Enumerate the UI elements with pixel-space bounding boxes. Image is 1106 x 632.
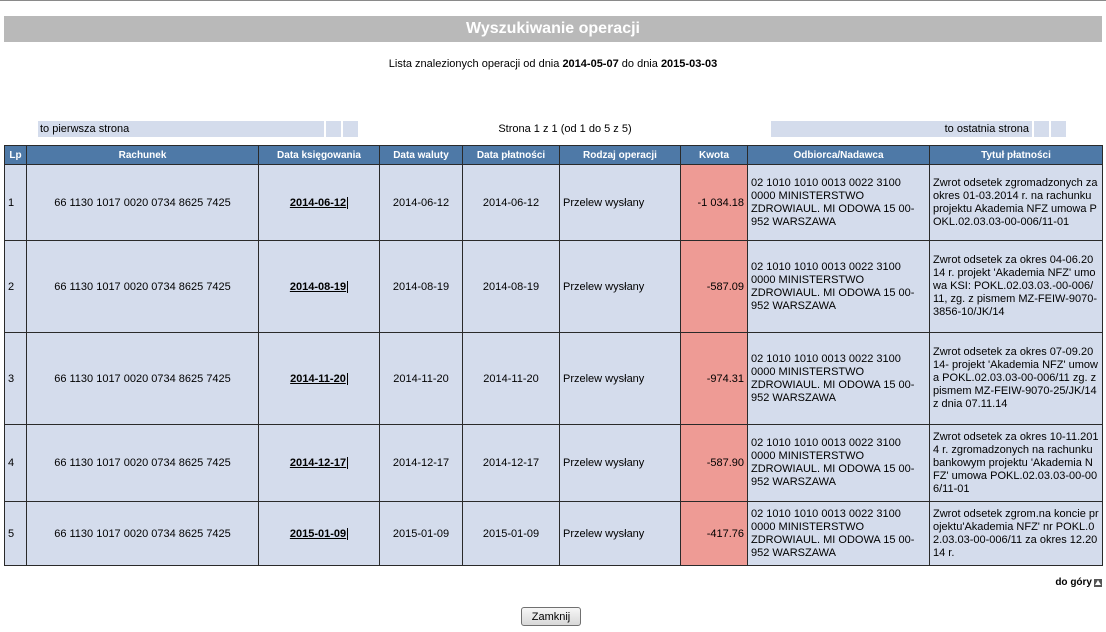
cell-data-waluty: 2014-06-12 — [379, 164, 463, 241]
header-data-waluty: Data waluty — [379, 145, 463, 165]
cell-rodzaj: Przelew wysłany — [559, 424, 681, 502]
first-page-button[interactable] — [324, 121, 342, 137]
arrow-up-icon — [1094, 578, 1102, 587]
back-to-top-label: do góry — [1055, 577, 1092, 588]
header-rodzaj-operacji: Rodzaj operacji — [559, 145, 681, 165]
cell-rachunek: 66 1130 1017 0020 0734 8625 7425 — [26, 164, 259, 241]
booking-date-link[interactable]: 2015-01-09 — [290, 527, 349, 540]
cell-kwota: -587.90 — [680, 424, 748, 502]
back-to-top-link[interactable]: do góry — [1055, 577, 1102, 588]
date-range-prefix: Lista znalezionych operacji od dnia — [388, 58, 560, 70]
cell-rachunek: 66 1130 1017 0020 0734 8625 7425 — [26, 501, 259, 566]
pager-last-page: to ostatnia strona — [771, 121, 1066, 137]
date-range-summary: Lista znalezionych operacji od dnia 2014… — [0, 58, 1106, 70]
prev-page-button[interactable] — [341, 121, 358, 137]
cell-rodzaj: Przelew wysłany — [559, 332, 681, 425]
cell-rodzaj: Przelew wysłany — [559, 240, 681, 333]
cell-lp: 1 — [4, 164, 27, 241]
cell-data-waluty: 2014-12-17 — [379, 424, 463, 502]
header-data-platnosci: Data płatności — [462, 145, 560, 165]
page-title: Wyszukiwanie operacji — [4, 16, 1102, 42]
cell-data-waluty: 2015-01-09 — [379, 501, 463, 566]
cell-data-ksiegowania: 2015-01-09 — [258, 501, 380, 566]
cell-data-waluty: 2014-08-19 — [379, 240, 463, 333]
date-from: 2014-05-07 — [562, 58, 619, 70]
next-page-button[interactable] — [1032, 121, 1049, 137]
table-row: 3 66 1130 1017 0020 0734 8625 7425 2014-… — [4, 332, 1103, 425]
cell-odbiorca: 02 1010 1010 0013 0022 3100 0000 MINISTE… — [747, 501, 930, 566]
cell-tytul: Zwrot odsetek za okres 10-11.2014 r. zgr… — [929, 424, 1103, 502]
table-row: 4 66 1130 1017 0020 0734 8625 7425 2014-… — [4, 424, 1103, 502]
cell-kwota: -1 034.18 — [680, 164, 748, 241]
pager-info: Strona 1 z 1 (od 1 do 5 z 5) — [498, 123, 632, 135]
cell-lp: 3 — [4, 332, 27, 425]
cell-data-ksiegowania: 2014-11-20 — [258, 332, 380, 425]
header-lp: Lp — [4, 145, 27, 165]
table-header-row: Lp Rachunek Data księgowania Data waluty… — [4, 145, 1103, 165]
cell-data-platnosci: 2014-12-17 — [462, 424, 560, 502]
top-border — [0, 0, 1106, 1]
cell-lp: 5 — [4, 501, 27, 566]
header-odbiorca: Odbiorca/Nadawca — [747, 145, 930, 165]
cell-rodzaj: Przelew wysłany — [559, 501, 681, 566]
cell-rachunek: 66 1130 1017 0020 0734 8625 7425 — [26, 332, 259, 425]
cell-tytul: Zwrot odsetek za okres 04-06.2014 r. pro… — [929, 240, 1103, 333]
cell-lp: 4 — [4, 424, 27, 502]
cell-kwota: -417.76 — [680, 501, 748, 566]
table-row: 2 66 1130 1017 0020 0734 8625 7425 2014-… — [4, 240, 1103, 333]
first-page-label: to pierwsza strona — [40, 123, 130, 135]
last-page-button[interactable] — [1049, 121, 1066, 137]
cell-data-ksiegowania: 2014-12-17 — [258, 424, 380, 502]
cell-rachunek: 66 1130 1017 0020 0734 8625 7425 — [26, 424, 259, 502]
table-row: 5 66 1130 1017 0020 0734 8625 7425 2015-… — [4, 501, 1103, 566]
booking-date-link[interactable]: 2014-11-20 — [290, 372, 348, 385]
cell-data-ksiegowania: 2014-08-19 — [258, 240, 380, 333]
date-to: 2015-03-03 — [660, 58, 718, 70]
booking-date-link[interactable]: 2014-08-19 — [290, 280, 349, 293]
operations-table: Lp Rachunek Data księgowania Data waluty… — [4, 145, 1103, 566]
cell-lp: 2 — [4, 240, 27, 333]
header-tytul: Tytuł płatności — [929, 145, 1103, 165]
cell-odbiorca: 02 1010 1010 0013 0022 3100 0000 MINISTE… — [747, 332, 930, 425]
cell-tytul: Zwrot odsetek za okres 07-09.2014- proje… — [929, 332, 1103, 425]
cell-kwota: -587.09 — [680, 240, 748, 333]
cell-tytul: Zwrot odsetek zgromadzonych za okres 01-… — [929, 164, 1103, 241]
cell-tytul: Zwrot odsetek zgrom.na koncie projektu'A… — [929, 501, 1103, 566]
header-rachunek: Rachunek — [26, 145, 259, 165]
booking-date-link[interactable]: 2014-12-17 — [290, 457, 349, 469]
header-kwota: Kwota — [680, 145, 748, 165]
date-range-middle: do dnia — [621, 58, 658, 70]
table-row: 1 66 1130 1017 0020 0734 8625 7425 2014-… — [4, 164, 1103, 241]
cell-rodzaj: Przelew wysłany — [559, 164, 681, 241]
cell-data-platnosci: 2015-01-09 — [462, 501, 560, 566]
cell-data-waluty: 2014-11-20 — [379, 332, 463, 425]
close-button[interactable]: Zamknij — [521, 607, 581, 626]
cell-odbiorca: 02 1010 1010 0013 0022 3100 0000 MINISTE… — [747, 240, 930, 333]
cell-kwota: -974.31 — [680, 332, 748, 425]
header-data-ksiegowania: Data księgowania — [258, 145, 380, 165]
booking-date-link[interactable]: 2014-06-12 — [290, 196, 349, 209]
cell-odbiorca: 02 1010 1010 0013 0022 3100 0000 MINISTE… — [747, 424, 930, 502]
cell-data-platnosci: 2014-11-20 — [462, 332, 560, 425]
cell-rachunek: 66 1130 1017 0020 0734 8625 7425 — [26, 240, 259, 333]
cell-data-platnosci: 2014-06-12 — [462, 164, 560, 241]
last-page-label: to ostatnia strona — [944, 123, 1029, 135]
cell-data-platnosci: 2014-08-19 — [462, 240, 560, 333]
cell-data-ksiegowania: 2014-06-12 — [258, 164, 380, 241]
cell-odbiorca: 02 1010 1010 0013 0022 3100 0000 MINISTE… — [747, 164, 930, 241]
pager-first-page: to pierwsza strona — [38, 121, 358, 137]
